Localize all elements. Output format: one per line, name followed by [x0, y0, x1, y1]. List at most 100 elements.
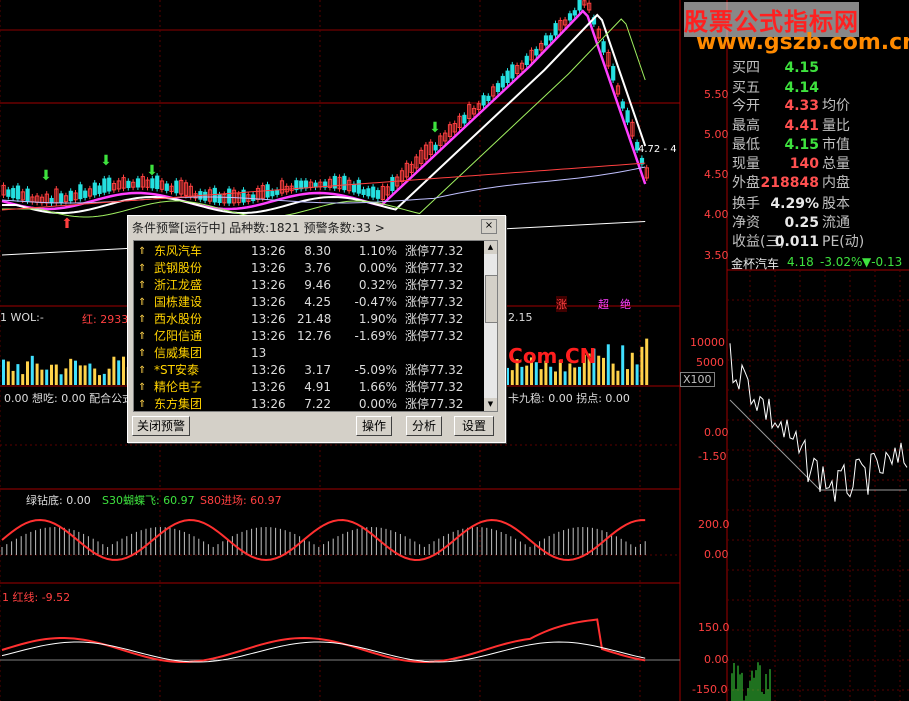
candle-body	[25, 188, 30, 202]
price-axis-label: 4.00	[704, 208, 729, 221]
alert-row[interactable]: ⇑ *ST安泰 13:26 3.17 -5.09% 涨停77.32	[134, 362, 484, 379]
alert-time: 13:26	[251, 380, 286, 394]
volume-right-value: 2.15	[508, 311, 533, 324]
alert-row[interactable]: ⇑ 西水股份 13:26 21.48 1.90% 涨停77.32	[134, 311, 484, 328]
alert-row[interactable]: ⇑ 亿阳信通 13:26 12.76 -1.69% 涨停77.32	[134, 328, 484, 345]
indicator3-butterfly: S30蝴蝶飞: 60.97	[102, 494, 195, 507]
alert-dialog[interactable]: 条件预警[运行中] 品种数:1821 预警条数:33 > × ⇑ 东风汽车 13:2…	[127, 215, 506, 443]
alert-row[interactable]: ⇑ 浙江龙盛 13:26 9.46 0.32% 涨停77.32	[134, 277, 484, 294]
volume-axis-label: 5000	[696, 356, 724, 369]
candle-body	[203, 191, 208, 201]
quote-row: 收益(三) 0.011 PE(动)	[732, 232, 909, 252]
quote-row: 买四 4.15	[732, 58, 909, 78]
candle-body	[270, 190, 275, 197]
close-alert-button[interactable]: 关闭预警	[132, 416, 190, 436]
alert-status: 涨停77.32	[405, 312, 464, 326]
scroll-down-arrow-icon[interactable]: ▼	[484, 398, 497, 411]
volume-bar	[78, 365, 82, 385]
dialog-close-button[interactable]: ×	[481, 219, 497, 234]
candle-body	[92, 182, 97, 196]
candle-body	[83, 190, 88, 198]
volume-bar	[21, 374, 25, 385]
quote-value: 4.14	[784, 80, 819, 96]
volume-bar	[506, 367, 509, 385]
operate-button[interactable]: 操作	[356, 416, 392, 436]
alert-row[interactable]: ⇑ 东方集团 13:26 7.22 0.00% 涨停77.32	[134, 396, 484, 411]
price-tag: 4.72 - 4	[638, 144, 677, 155]
alert-time: 13:26	[251, 244, 286, 258]
price-axis-label: 3.50	[704, 249, 729, 262]
jueji-label: 绝	[620, 298, 631, 311]
indicator3-title: 绿钻底: 0.00	[26, 494, 91, 507]
alert-stock-name: 西水股份	[154, 312, 203, 326]
alert-row[interactable]: ⇑ 国栋建设 13:26 4.25 -0.47% 涨停77.32	[134, 294, 484, 311]
candle-body	[356, 179, 361, 194]
alert-stock-name: 东方集团	[154, 397, 203, 411]
indicator2-axis-label: -1.50	[698, 450, 727, 463]
volume-bar	[616, 370, 620, 385]
candle-body	[611, 66, 616, 81]
candle-body	[572, 10, 577, 16]
candle-body	[351, 183, 357, 193]
candle-body	[251, 194, 256, 202]
quote-row: 买五 4.14	[732, 78, 909, 98]
candle-body	[361, 189, 366, 195]
alert-row[interactable]: ⇑ 武钢股份 13:26 3.76 0.00% 涨停77.32	[134, 260, 484, 277]
quote-row: 外盘 218848 内盘	[732, 173, 909, 193]
alert-percent: 0.00%	[358, 261, 397, 275]
scroll-up-arrow-icon[interactable]: ▲	[484, 241, 497, 254]
alert-row[interactable]: ⇑ 东风汽车 13:26 8.30 1.10% 涨停77.32	[134, 243, 484, 260]
alert-status: 涨停77.32	[405, 244, 464, 258]
volume-bar	[50, 364, 53, 385]
volume-bar	[573, 367, 577, 385]
alert-list[interactable]: ⇑ 东风汽车 13:26 8.30 1.10% 涨停77.32 ⇑ 武钢股份 13:26 3.76…	[133, 240, 498, 412]
volume-bar	[606, 344, 610, 385]
analyze-button[interactable]: 分析	[406, 416, 442, 436]
alert-stock-name: 武钢股份	[154, 261, 203, 275]
candle-body	[433, 144, 438, 151]
quote-label: 现量	[732, 156, 760, 172]
quote-value: 4.29%	[770, 196, 819, 212]
alert-up-icon: ⇑	[138, 246, 147, 257]
volume-bar	[645, 338, 649, 385]
alert-percent: -0.47%	[354, 295, 397, 309]
candle-body	[620, 101, 625, 109]
alert-up-icon: ⇑	[138, 280, 147, 291]
signal-arrow-icon: ⬇	[40, 168, 52, 184]
scroll-thumb[interactable]	[485, 275, 497, 323]
quote-label: 最低	[732, 137, 760, 153]
alert-time: 13:26	[251, 312, 286, 326]
alert-stock-name: 精伦电子	[154, 380, 203, 394]
candle-body	[275, 189, 280, 195]
volume-axis-label: 10000	[690, 336, 725, 349]
candle-body	[68, 190, 73, 202]
quote-row: 最高 4.41 量比	[732, 116, 909, 136]
indicator3-entry: S80进场: 60.97	[200, 494, 282, 507]
volume-bar	[640, 346, 644, 385]
volume-bar	[2, 359, 5, 385]
alert-row[interactable]: ⇑ 信威集团 13	[134, 345, 484, 362]
settings-button[interactable]: 设置	[454, 416, 494, 436]
candle-body	[126, 180, 131, 189]
alert-price: 21.48	[297, 312, 332, 326]
volume-bar	[35, 363, 39, 385]
candle-body	[97, 185, 102, 194]
volume-bar	[6, 361, 10, 385]
candle-body	[227, 188, 232, 204]
alert-status: 涨停77.32	[405, 329, 464, 343]
volume-bar	[98, 375, 101, 385]
candle-body	[553, 23, 558, 36]
volume-bar	[64, 368, 68, 385]
alert-price: 4.25	[304, 295, 331, 309]
quote-value: 4.15	[784, 60, 819, 76]
candle-body	[390, 177, 395, 192]
candle-body	[299, 180, 304, 190]
alert-row[interactable]: ⇑ 精伦电子 13:26 4.91 1.66% 涨停77.32	[134, 379, 484, 396]
price-axis-label: 5.50	[704, 88, 729, 101]
quote-label: 总量	[822, 156, 850, 172]
alert-list-scrollbar[interactable]: ▲ ▼	[484, 241, 497, 411]
quote-value: 4.33	[784, 98, 819, 114]
volume-bar	[69, 358, 73, 385]
alert-price: 3.17	[304, 363, 331, 377]
candle-body	[313, 182, 318, 188]
